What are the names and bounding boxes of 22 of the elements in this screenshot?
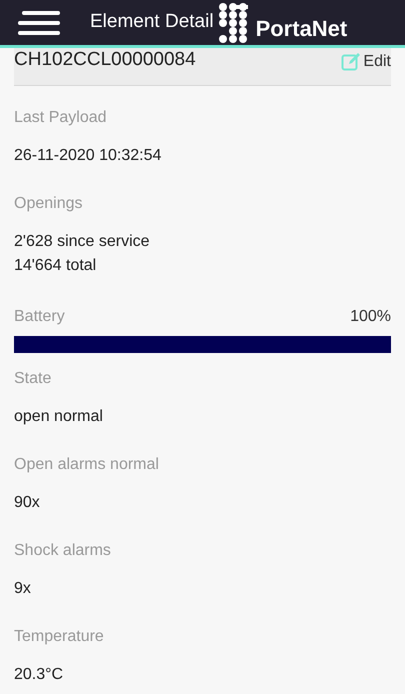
field-label: Openings xyxy=(14,194,84,214)
field-value: 20.3°C xyxy=(14,665,64,685)
brand-name: PortaNet xyxy=(256,15,348,43)
menu-icon[interactable] xyxy=(18,10,60,34)
field-label: State xyxy=(14,369,52,389)
field-label: Open alarms normal xyxy=(14,455,160,475)
page-title: Element Detail xyxy=(90,10,214,34)
element-id: CH102CCL00000084 xyxy=(14,48,196,72)
field-label: Battery xyxy=(14,307,65,327)
field-value: 9x xyxy=(14,579,32,599)
field-value: 90x xyxy=(14,493,41,513)
field-value: open normal xyxy=(14,407,104,427)
field-value: 14'664 total xyxy=(14,256,98,276)
battery-reading: 100% xyxy=(350,307,391,327)
edit-icon xyxy=(341,52,362,72)
logo-icon xyxy=(218,2,248,44)
field-label: Last Payload xyxy=(14,108,108,128)
field-label: Shock alarms xyxy=(14,541,112,561)
field-label: Temperature xyxy=(14,627,105,647)
field-value: 26-11-2020 10:32:54 xyxy=(14,146,162,166)
field-value: 2'628 since service xyxy=(14,232,151,252)
edit-button[interactable]: Edit xyxy=(341,50,391,74)
